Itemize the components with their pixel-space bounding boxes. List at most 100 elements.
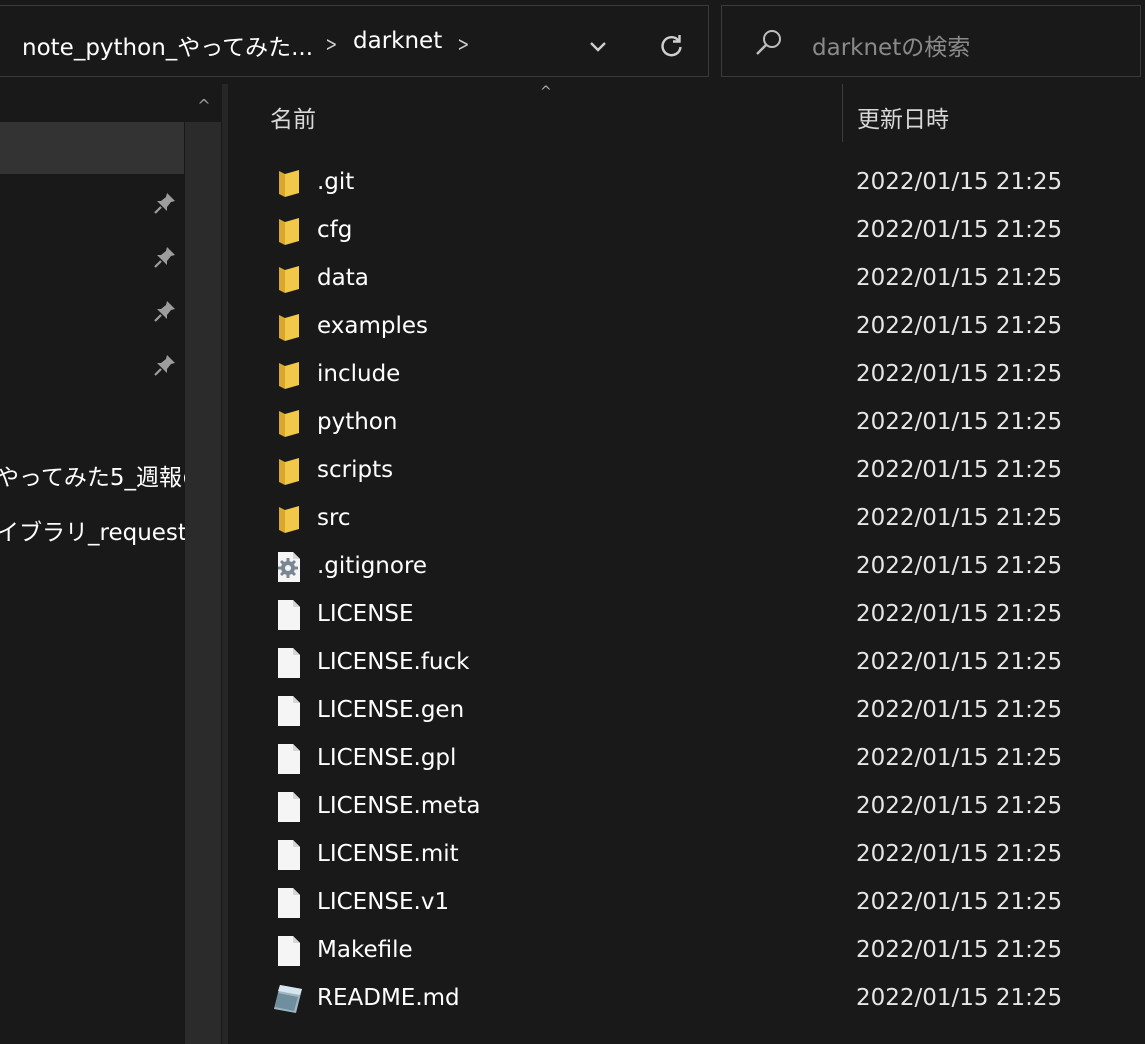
file-icon — [276, 599, 302, 631]
file-name: python — [317, 409, 398, 435]
search-box[interactable]: darknetの検索 — [721, 5, 1141, 77]
file-modified-date: 2022/01/15 21:25 — [856, 313, 1063, 339]
file-name: scripts — [317, 457, 394, 483]
file-name: LICENSE.gpl — [317, 745, 457, 771]
file-name: cfg — [317, 217, 353, 243]
file-row[interactable]: scripts 2022/01/15 21:25 — [228, 448, 1145, 496]
search-placeholder[interactable]: darknetの検索 — [812, 28, 970, 62]
column-header-name[interactable]: 名前 — [270, 100, 316, 134]
folder-icon — [276, 215, 302, 247]
pin-icon[interactable] — [152, 352, 178, 378]
address-bar[interactable]: note_python_やってみた... > darknet > — [0, 5, 709, 77]
file-modified-date: 2022/01/15 21:25 — [856, 409, 1063, 435]
pin-icon[interactable] — [152, 298, 178, 324]
file-row[interactable]: LICENSE 2022/01/15 21:25 — [228, 592, 1145, 640]
breadcrumb-chevron-icon[interactable]: > — [326, 32, 338, 56]
file-icon — [276, 647, 302, 679]
nav-item-folder[interactable]: やってみた5_週報の — [0, 458, 185, 492]
file-row[interactable]: LICENSE.gen 2022/01/15 21:25 — [228, 688, 1145, 736]
file-modified-date: 2022/01/15 21:25 — [856, 889, 1063, 915]
file-row[interactable]: LICENSE.meta 2022/01/15 21:25 — [228, 784, 1145, 832]
breadcrumb-current[interactable]: darknet — [353, 28, 442, 54]
column-separator[interactable] — [842, 84, 843, 142]
file-row[interactable]: LICENSE.mit 2022/01/15 21:25 — [228, 832, 1145, 880]
file-modified-date: 2022/01/15 21:25 — [856, 505, 1063, 531]
file-icon — [276, 791, 302, 823]
file-modified-date: 2022/01/15 21:25 — [856, 553, 1063, 579]
sort-ascending-icon: ^ — [540, 84, 552, 100]
chevron-down-icon — [590, 42, 606, 52]
file-row[interactable]: LICENSE.fuck 2022/01/15 21:25 — [228, 640, 1145, 688]
file-name: LICENSE.gen — [317, 697, 465, 723]
file-modified-date: 2022/01/15 21:25 — [856, 361, 1063, 387]
file-name: .gitignore — [317, 553, 428, 579]
file-name: data — [317, 265, 369, 291]
settings-file-icon — [276, 551, 302, 583]
folder-icon — [276, 311, 302, 343]
file-modified-date: 2022/01/15 21:25 — [856, 457, 1063, 483]
file-name: examples — [317, 313, 428, 339]
file-icon — [276, 695, 302, 727]
file-name: src — [317, 505, 351, 531]
file-icon — [276, 839, 302, 871]
folder-icon — [276, 359, 302, 391]
file-row[interactable]: python 2022/01/15 21:25 — [228, 400, 1145, 448]
file-modified-date: 2022/01/15 21:25 — [856, 697, 1063, 723]
address-history-dropdown-button[interactable] — [581, 30, 615, 64]
file-explorer-window: note_python_やってみた... > darknet > darknet… — [0, 0, 1145, 1044]
file-row[interactable]: LICENSE.gpl 2022/01/15 21:25 — [228, 736, 1145, 784]
folder-icon — [276, 167, 302, 199]
folder-icon — [276, 263, 302, 295]
file-modified-date: 2022/01/15 21:25 — [856, 601, 1063, 627]
nav-scrollbar[interactable] — [185, 122, 221, 1044]
file-name: Makefile — [317, 937, 413, 963]
file-name: LICENSE.meta — [317, 793, 481, 819]
file-icon — [276, 743, 302, 775]
file-row[interactable]: data 2022/01/15 21:25 — [228, 256, 1145, 304]
file-modified-date: 2022/01/15 21:25 — [856, 937, 1063, 963]
file-name: LICENSE — [317, 601, 414, 627]
file-name: include — [317, 361, 401, 387]
file-row[interactable]: .git 2022/01/15 21:25 — [228, 160, 1145, 208]
nav-item-folder[interactable]: イブラリ_requests — [0, 513, 185, 547]
breadcrumb-chevron-icon[interactable]: > — [458, 32, 470, 56]
file-modified-date: 2022/01/15 21:25 — [856, 985, 1063, 1011]
file-name: LICENSE.fuck — [317, 649, 470, 675]
file-modified-date: 2022/01/15 21:25 — [856, 217, 1063, 243]
nav-item-selected[interactable] — [0, 122, 184, 174]
file-name: .git — [317, 169, 355, 195]
file-icon — [276, 887, 302, 919]
breadcrumb-parent[interactable]: note_python_やってみた... — [22, 28, 313, 62]
file-modified-date: 2022/01/15 21:25 — [856, 841, 1063, 867]
file-row[interactable]: cfg 2022/01/15 21:25 — [228, 208, 1145, 256]
pin-icon[interactable] — [152, 190, 178, 216]
file-row[interactable]: LICENSE.v1 2022/01/15 21:25 — [228, 880, 1145, 928]
file-modified-date: 2022/01/15 21:25 — [856, 169, 1063, 195]
pin-icon[interactable] — [152, 244, 178, 270]
search-icon — [756, 30, 781, 55]
file-row[interactable]: src 2022/01/15 21:25 — [228, 496, 1145, 544]
file-icon — [276, 935, 302, 967]
file-row[interactable]: .gitignore 2022/01/15 21:25 — [228, 544, 1145, 592]
file-name: LICENSE.v1 — [317, 889, 450, 915]
file-modified-date: 2022/01/15 21:25 — [856, 793, 1063, 819]
file-list: ^ 名前 更新日時 .git 2022/01/15 21:25 cfg 2022/01… — [228, 84, 1145, 1044]
file-row[interactable]: examples 2022/01/15 21:25 — [228, 304, 1145, 352]
navigation-pane: ^ やってみた5_週報の イブラリ_requests — [0, 84, 222, 1044]
file-row[interactable]: Makefile 2022/01/15 21:25 — [228, 928, 1145, 976]
folder-icon — [276, 455, 302, 487]
file-name: LICENSE.mit — [317, 841, 459, 867]
file-modified-date: 2022/01/15 21:25 — [856, 745, 1063, 771]
refresh-icon — [661, 35, 682, 57]
file-modified-date: 2022/01/15 21:25 — [856, 265, 1063, 291]
file-modified-date: 2022/01/15 21:25 — [856, 649, 1063, 675]
file-rows: .git 2022/01/15 21:25 cfg 2022/01/15 21:25 d… — [228, 160, 1145, 1024]
folder-icon — [276, 503, 302, 535]
file-row[interactable]: README.md 2022/01/15 21:25 — [228, 976, 1145, 1024]
folder-icon — [276, 407, 302, 439]
markdown-file-icon — [272, 983, 304, 1015]
nav-scroll-up-icon[interactable]: ^ — [193, 96, 215, 115]
refresh-button[interactable] — [654, 28, 690, 64]
column-header-modified[interactable]: 更新日時 — [857, 100, 949, 134]
file-row[interactable]: include 2022/01/15 21:25 — [228, 352, 1145, 400]
